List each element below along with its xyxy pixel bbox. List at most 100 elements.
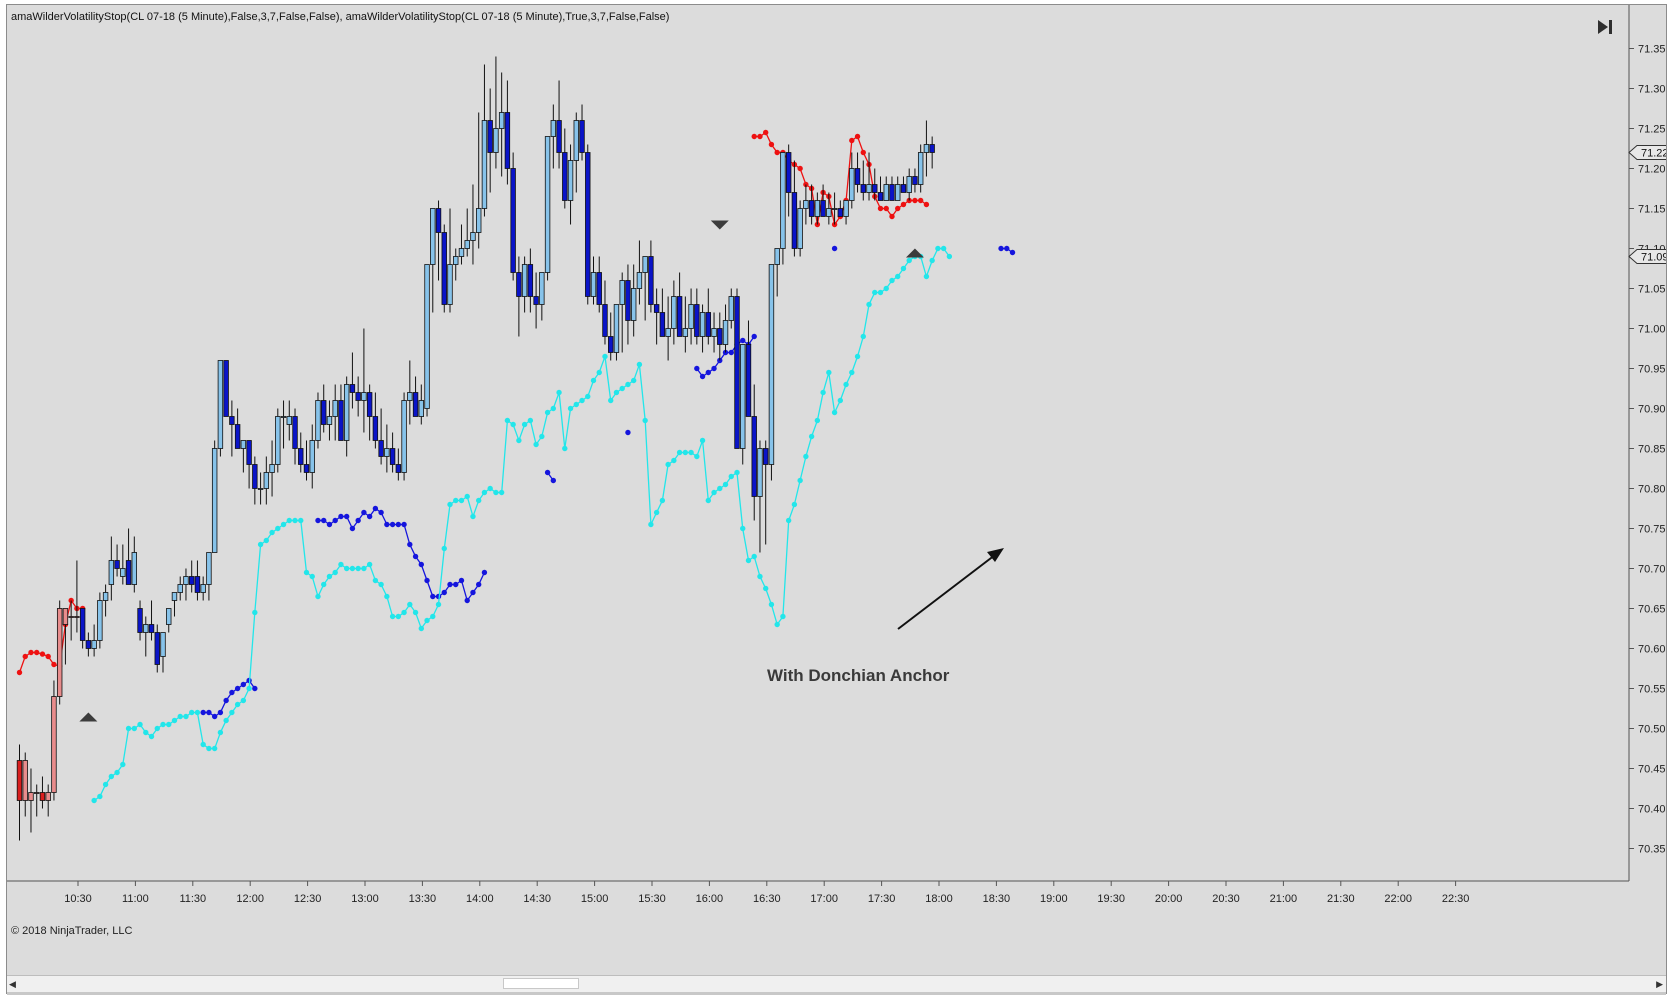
candle-body [378, 440, 384, 457]
y-tick-label: 71.25 [1638, 124, 1666, 136]
scroll-thumb[interactable] [503, 978, 579, 989]
candle-body [464, 240, 470, 249]
indicator-title: amaWilderVolatilityStop(CL 07-18 (5 Minu… [11, 11, 670, 23]
blue-stop-dot [401, 521, 407, 528]
candle-body [699, 312, 706, 337]
candle-body [659, 312, 666, 337]
cyan-stop-dot [211, 745, 218, 752]
y-tick-label: 71.15 [1638, 204, 1666, 216]
cyan-stop-dot [923, 273, 930, 280]
horizontal-scrollbar[interactable]: ◀ ▶ [7, 975, 1666, 992]
red-stop-dot [751, 133, 757, 140]
cyan-stop-dot [659, 497, 666, 504]
cyan-stop-dot [447, 501, 453, 508]
candle-body [619, 280, 625, 305]
candle-body [630, 288, 637, 321]
candle-body [510, 168, 516, 273]
candle-body [837, 208, 844, 217]
cyan-stop-dot [401, 609, 407, 616]
cyan-stop-dot [453, 497, 459, 504]
candle-body [711, 328, 717, 337]
cyan-stop-dot [389, 613, 396, 620]
signal-markers [79, 220, 924, 722]
price-marker-label: 71.09 [1641, 252, 1666, 264]
cyan-stop-dot [303, 569, 310, 576]
candle-body [458, 248, 465, 257]
candle-body [504, 112, 511, 169]
candle-body [16, 760, 23, 801]
cyan-stop-dot [751, 553, 757, 560]
cyan-stop-dot [745, 557, 752, 564]
cyan-stop-dot [326, 573, 333, 580]
blue-stop-dot [998, 245, 1004, 252]
price-chart[interactable]: 71.3571.3071.2571.2071.1571.1071.0571.00… [7, 5, 1666, 973]
red-stop-dot [774, 149, 780, 156]
cyan-stop-dot [757, 573, 763, 580]
stop-lines [16, 129, 1016, 804]
candle-body [177, 584, 183, 593]
blue-stop-dot [407, 541, 413, 548]
candle-body [280, 416, 287, 418]
candle-body [217, 360, 224, 449]
candle-body [234, 424, 241, 449]
blue-stop-dot [418, 561, 424, 568]
x-tick-label: 18:30 [983, 893, 1011, 905]
cyan-stop-dot [625, 381, 631, 388]
candle-body [206, 552, 212, 585]
cyan-stop-dot [608, 397, 614, 404]
candle-body [447, 264, 453, 305]
cyan-stop-dot [826, 369, 832, 376]
cyan-stop-dot [728, 473, 734, 480]
cyan-stop-dot [458, 497, 465, 504]
candle-body [303, 464, 310, 473]
cyan-stop-dot [269, 529, 275, 536]
cyan-stop-dot [332, 569, 338, 576]
red-stop-dot [854, 133, 861, 140]
candle-body [28, 792, 34, 801]
blue-stop-dot [424, 577, 430, 584]
blue-stop-dot [343, 513, 350, 520]
blue-stop-dot [349, 525, 356, 532]
candle-body [791, 192, 798, 249]
candle-body [642, 256, 648, 273]
candle-body [745, 344, 752, 417]
candle-body [521, 264, 528, 297]
triangle-left-icon[interactable]: ◀ [9, 979, 16, 990]
candle-body [544, 136, 551, 273]
candle-body [774, 248, 780, 265]
blue-stop-dot [384, 521, 390, 528]
candle-body [315, 400, 321, 441]
red-stop-line [18, 598, 83, 673]
candle-body [62, 608, 69, 625]
cyan-stop-dot [91, 797, 97, 804]
tab-strip[interactable] [7, 992, 1666, 995]
cyan-stop-dot [648, 521, 654, 528]
candle-body [91, 640, 97, 649]
candle-body [252, 464, 258, 489]
skip-to-end-icon[interactable] [1593, 15, 1617, 39]
candle-body [872, 184, 878, 193]
cyan-stop-dot [676, 449, 683, 456]
blue-stop-dot [740, 337, 746, 344]
cyan-stop-dot [338, 561, 344, 568]
red-stop-dot [34, 649, 40, 656]
cyan-stop-dot [785, 517, 792, 524]
cyan-stop-dot [780, 613, 786, 620]
cyan-stop-dot [671, 457, 677, 464]
cyan-stop-dot [309, 573, 315, 580]
candle-body [97, 600, 103, 641]
blue-stop-dot [481, 569, 488, 576]
candle-body [722, 320, 729, 345]
cyan-stop-dot [120, 761, 126, 768]
candle-body [808, 200, 815, 217]
candle-body [728, 296, 734, 321]
cyan-stop-dot [246, 685, 252, 692]
cyan-stop-dot [722, 481, 729, 488]
triangle-right-icon[interactable]: ▶ [1656, 979, 1663, 990]
cyan-stop-dot [946, 253, 953, 260]
cyan-stop-dot [372, 577, 379, 584]
red-stop-dot [860, 149, 866, 156]
candle-body [780, 152, 786, 249]
candle-body [590, 272, 597, 297]
blue-stop-dot [395, 521, 402, 528]
